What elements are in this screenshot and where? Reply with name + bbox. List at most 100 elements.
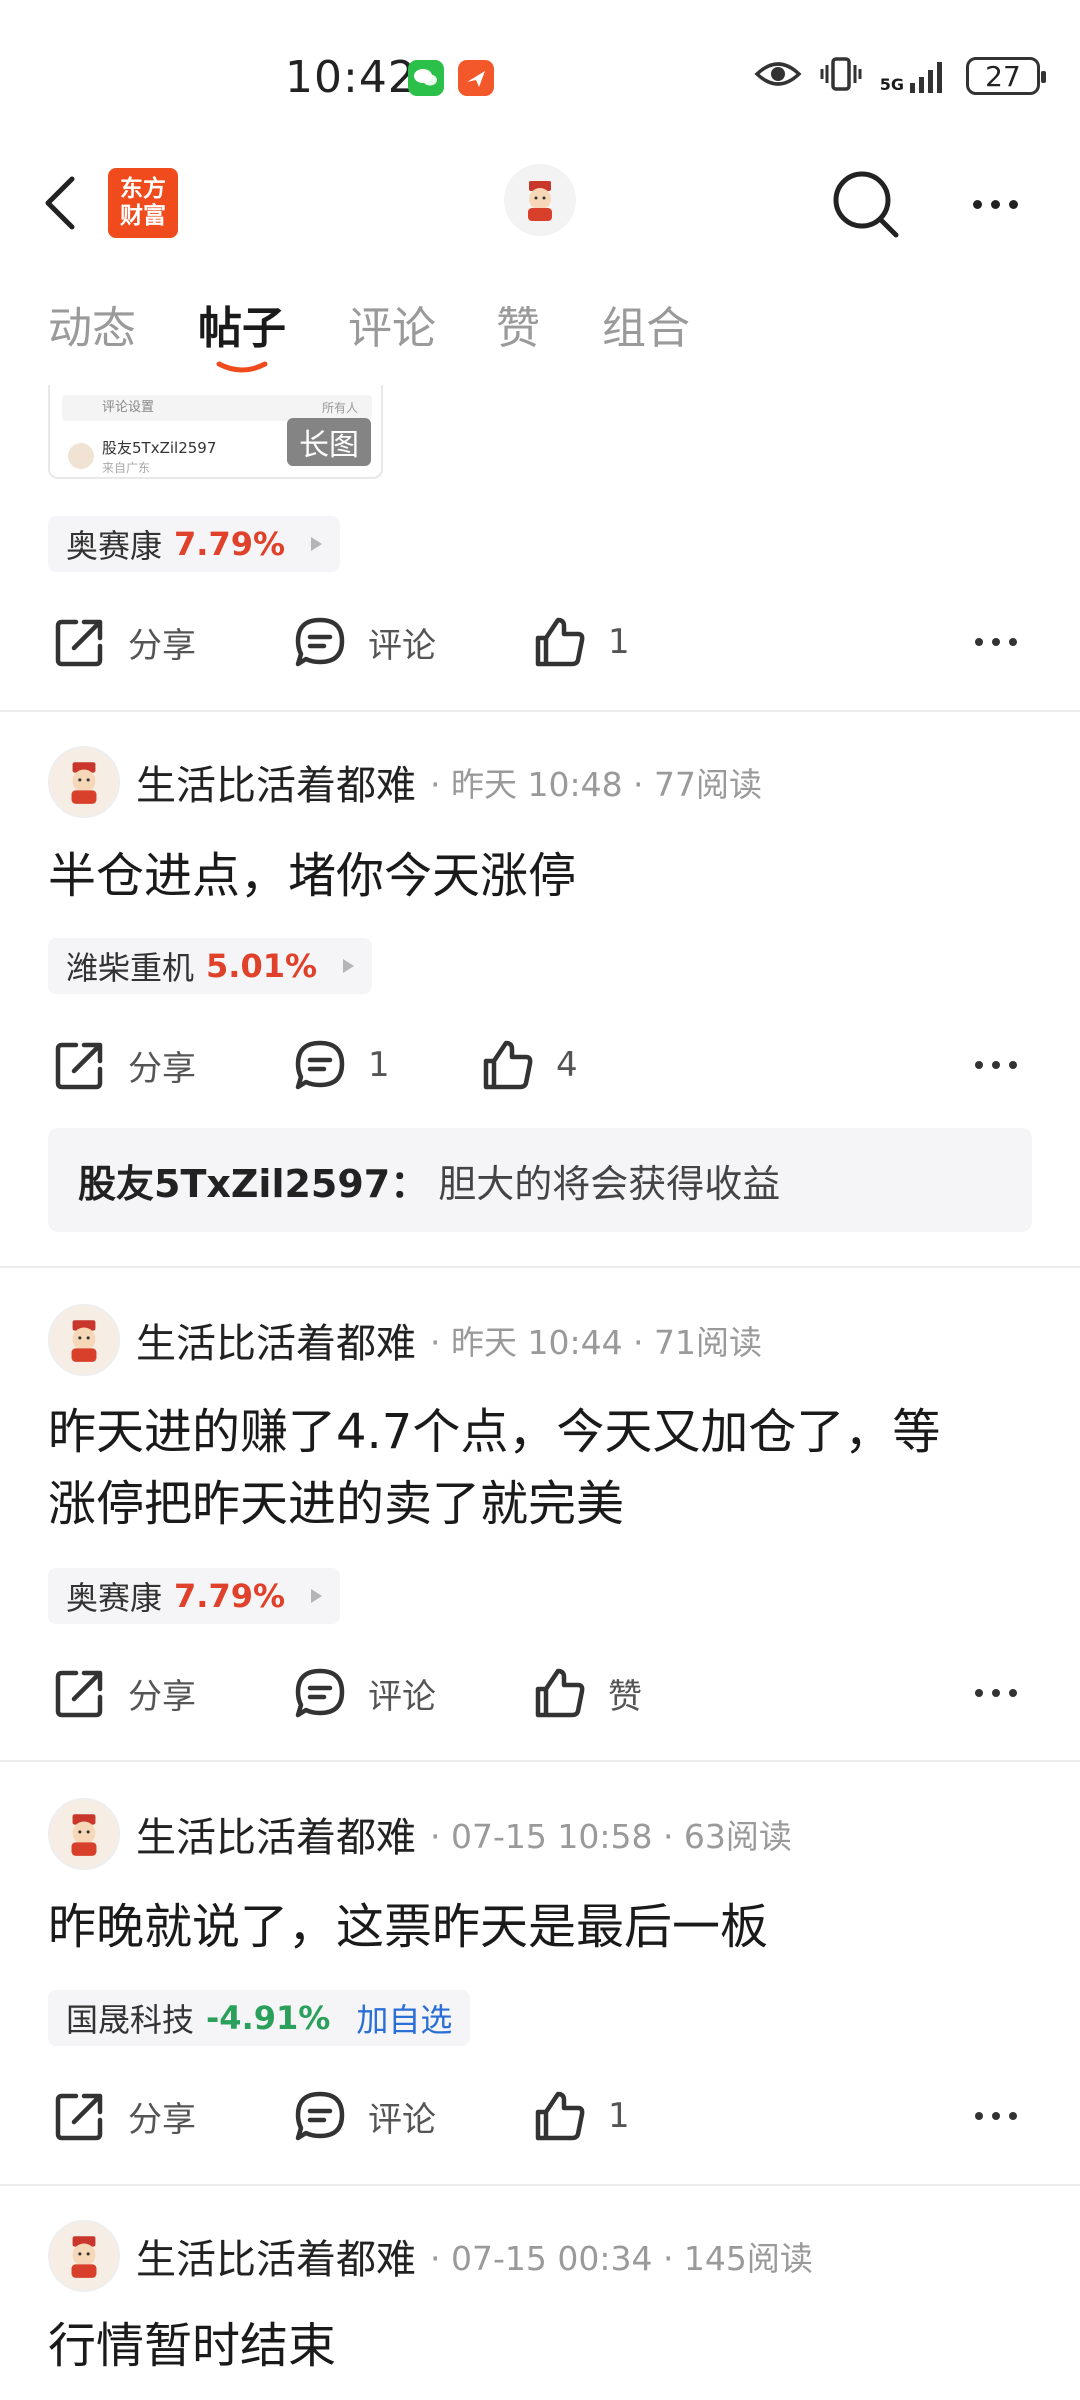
share-icon — [55, 619, 103, 667]
tab-portfolio[interactable]: 组合 — [602, 292, 690, 356]
long-image-badge: 长图 — [287, 418, 371, 466]
thumbs-up-icon — [535, 617, 585, 667]
play-arrow-icon — [343, 959, 355, 973]
battery-level: 27 — [985, 59, 1021, 93]
more-dots-icon — [975, 638, 983, 646]
tab-comments[interactable]: 评论 — [348, 292, 436, 356]
comment-button[interactable]: 评论 — [292, 1653, 436, 1733]
comment-icon — [295, 1040, 345, 1090]
like-button[interactable]: 4 — [480, 1025, 578, 1105]
comment-button[interactable]: 评论 — [292, 2076, 436, 2156]
post-action-row: 分享 1 4 — [0, 1025, 1080, 1105]
status-bar: 10:42 5G 27 — [0, 0, 1080, 150]
post-more-button[interactable] — [975, 1653, 1017, 1733]
thumbs-up-icon — [483, 1040, 533, 1090]
divider — [0, 1266, 1080, 1268]
network-type: 5G — [879, 75, 904, 94]
mascot-icon — [71, 2236, 97, 2278]
post-author-row: 生活比活着都难 · 昨天 10:48 · 77阅读 — [48, 744, 762, 820]
share-button[interactable]: 分享 — [52, 2076, 196, 2156]
add-to-watchlist-button[interactable]: 加自选 — [356, 1995, 452, 2041]
mascot-icon — [528, 181, 552, 221]
image-location: 来自广东 — [102, 461, 151, 475]
comment-label: 评论 — [368, 1676, 436, 1717]
stock-tag[interactable]: 奥赛康 7.79% — [48, 1568, 341, 1624]
comment-button[interactable]: 1 — [292, 1025, 390, 1105]
comment-label: 评论 — [368, 2099, 436, 2140]
tab-posts[interactable]: 帖子 — [198, 292, 286, 356]
mascot-icon — [71, 762, 97, 804]
post-text[interactable]: 行情暂时结束 — [48, 2310, 1038, 2382]
share-label: 分享 — [128, 1676, 196, 1717]
share-label: 分享 — [128, 1048, 196, 1089]
tab-dynamics[interactable]: 动态 — [48, 292, 136, 356]
stock-tag[interactable]: 奥赛康 7.79% — [48, 516, 341, 572]
profile-avatar[interactable] — [504, 164, 576, 236]
stock-tag[interactable]: 潍柴重机 5.01% — [48, 938, 373, 994]
share-button[interactable]: 分享 — [52, 1025, 196, 1105]
post-action-row: 分享 评论 赞 — [0, 1653, 1080, 1733]
mascot-icon — [71, 1814, 97, 1856]
more-options-button[interactable] — [960, 164, 1030, 244]
vibrate-icon — [820, 56, 862, 96]
eastmoney-logo[interactable]: 东方 财富 — [108, 168, 178, 238]
search-icon — [833, 171, 899, 238]
like-count: 4 — [556, 1045, 578, 1085]
author-name[interactable]: 生活比活着都难 — [136, 1311, 416, 1369]
comment-button[interactable]: 评论 — [292, 602, 436, 682]
comment-icon — [295, 617, 345, 667]
stock-change: -4.91% — [206, 1999, 331, 2037]
tab-likes[interactable]: 赞 — [496, 292, 540, 356]
active-tab-indicator — [216, 361, 268, 373]
play-arrow-icon — [311, 1589, 323, 1603]
eye-icon — [754, 58, 802, 94]
stock-change: 7.79% — [174, 1577, 286, 1615]
post-author-row: 生活比活着都难 · 07-15 10:58 · 63阅读 — [48, 1796, 792, 1872]
comment-icon — [295, 1668, 345, 1718]
post-meta: · 07-15 10:58 · 63阅读 — [430, 1817, 792, 1856]
comment-label: 评论 — [368, 625, 436, 666]
post-meta: · 昨天 10:44 · 71阅读 — [430, 1323, 763, 1362]
mascot-icon — [71, 1320, 97, 1362]
battery-icon: 27 — [966, 57, 1046, 95]
thumbs-up-icon — [535, 1668, 585, 1718]
post-meta: · 07-15 00:34 · 145阅读 — [430, 2239, 813, 2278]
share-button[interactable]: 分享 — [52, 602, 196, 682]
author-avatar[interactable] — [48, 1798, 120, 1870]
author-name[interactable]: 生活比活着都难 — [136, 1805, 416, 1863]
like-button[interactable]: 1 — [532, 2076, 630, 2156]
post-text[interactable]: 半仓进点，堵你今天涨停 — [48, 840, 1038, 912]
post-meta: · 昨天 10:48 · 77阅读 — [430, 765, 763, 804]
share-button[interactable]: 分享 — [52, 1653, 196, 1733]
comment-icon — [295, 2091, 345, 2141]
stock-tag[interactable]: 国晟科技 -4.91% 加自选 — [48, 1990, 471, 2046]
post-more-button[interactable] — [975, 1025, 1017, 1105]
like-button[interactable]: 赞 — [532, 1653, 642, 1733]
status-time: 10:42 — [285, 52, 417, 103]
thumbs-up-icon — [535, 2091, 585, 2141]
top-app-bar: 东方 财富 — [0, 150, 1080, 270]
post-more-button[interactable] — [975, 2076, 1017, 2156]
author-avatar[interactable] — [48, 1304, 120, 1376]
play-arrow-icon — [311, 537, 323, 551]
back-button[interactable] — [40, 168, 92, 238]
author-name[interactable]: 生活比活着都难 — [136, 753, 416, 811]
logo-text-line2: 财富 — [120, 203, 166, 229]
logo-text-line1: 东方 — [120, 176, 166, 202]
share-icon — [55, 1670, 103, 1718]
like-button[interactable]: 1 — [532, 602, 630, 682]
author-name[interactable]: 生活比活着都难 — [136, 2227, 416, 2285]
reply-username[interactable]: 股友5TxZil2597： — [78, 1153, 428, 1208]
post-text[interactable]: 昨晚就说了，这票昨天是最后一板 — [48, 1891, 1038, 1963]
image-row-label: 评论设置 — [102, 400, 155, 415]
share-label: 分享 — [128, 625, 196, 666]
author-avatar[interactable] — [48, 2220, 120, 2292]
post-text[interactable]: 昨天进的赚了4.7个点，今天又加仓了，等 涨停把昨天进的卖了就完美 — [48, 1396, 1038, 1540]
search-button[interactable] — [826, 164, 906, 244]
share-icon — [55, 2093, 103, 2141]
author-avatar[interactable] — [48, 746, 120, 818]
reply-preview[interactable]: 股友5TxZil2597： 胆大的将会获得收益 — [48, 1128, 1032, 1232]
stock-change: 5.01% — [206, 947, 318, 985]
post-more-button[interactable] — [975, 602, 1017, 682]
stock-name: 潍柴重机 — [66, 949, 195, 987]
